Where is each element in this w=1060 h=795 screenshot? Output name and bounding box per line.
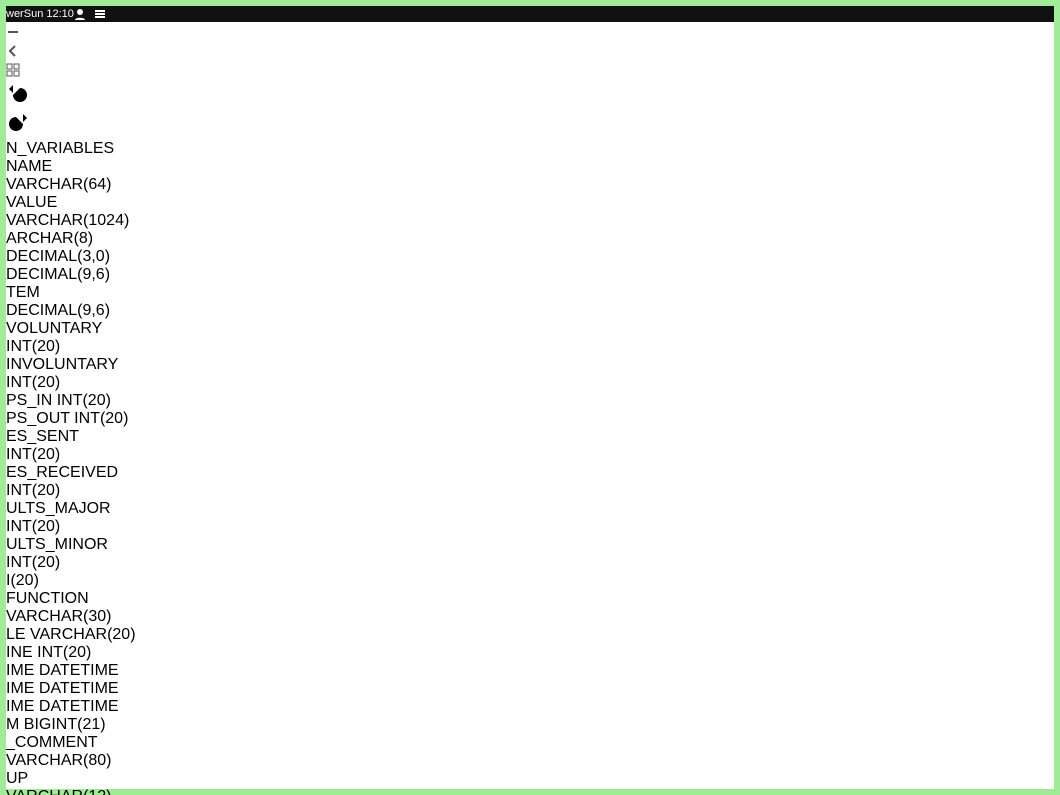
column-row[interactable]: TEM DECIMAL(9,6): [6, 284, 136, 320]
column-label: INE INT(20): [6, 644, 91, 661]
table-title: N_VARIABLES: [6, 140, 114, 157]
column-row[interactable]: VOLUNTARY INT(20): [6, 320, 136, 356]
column-row[interactable]: IME DATETIME: [6, 680, 136, 698]
column-row[interactable]: _COMMENT VARCHAR(80): [6, 734, 136, 770]
column-label: UP VARCHAR(12): [6, 770, 112, 795]
column-row[interactable]: FUNCTION VARCHAR(30): [6, 590, 136, 626]
column-row[interactable]: UP VARCHAR(12): [6, 770, 136, 795]
column-row[interactable]: ES_SENT INT(20): [6, 428, 136, 464]
menubar-right-icons: [74, 8, 106, 20]
column-row[interactable]: LE VARCHAR(20): [6, 626, 136, 644]
app-toolbar: [6, 6, 1054, 140]
column-row[interactable]: DECIMAL(3,0): [6, 248, 136, 266]
column-row[interactable]: NAME VARCHAR(64): [6, 158, 136, 194]
column-label: TEM DECIMAL(9,6): [6, 284, 110, 319]
grid-button[interactable]: [6, 63, 1054, 82]
back-button[interactable]: [6, 44, 1054, 63]
column-label: NAME VARCHAR(64): [6, 158, 112, 193]
column-row[interactable]: PS_IN INT(20): [6, 392, 136, 410]
column-row[interactable]: INE INT(20): [6, 644, 136, 662]
column-label: ES_SENT INT(20): [6, 428, 79, 463]
menu-icon: [94, 8, 106, 20]
column-row[interactable]: ULTS_MAJOR INT(20): [6, 500, 136, 536]
column-label: LE VARCHAR(20): [6, 626, 136, 643]
column-label: I(20): [6, 572, 39, 589]
column-label: PS_IN INT(20): [6, 392, 111, 409]
menubar-clock: Sun 12:10: [24, 8, 74, 20]
column-label: VOLUNTARY INT(20): [6, 320, 102, 355]
remove-button[interactable]: [6, 25, 1054, 44]
column-label: DECIMAL(3,0): [6, 248, 110, 265]
table-header[interactable]: N_VARIABLES: [6, 140, 136, 158]
column-label: IME DATETIME: [6, 680, 119, 697]
menubar-left: wer: [6, 8, 24, 20]
column-row[interactable]: IME DATETIME: [6, 698, 136, 716]
user-icon: [74, 8, 86, 20]
column-label: ULTS_MAJOR INT(20): [6, 500, 111, 535]
column-row[interactable]: I(20): [6, 572, 136, 590]
undo-button[interactable]: [6, 82, 1054, 111]
column-label: IME DATETIME: [6, 662, 119, 679]
column-label: ES_RECEIVED INT(20): [6, 464, 118, 499]
column-label: _COMMENT VARCHAR(80): [6, 734, 112, 769]
column-label: ARCHAR(8): [6, 230, 93, 247]
column-row[interactable]: M BIGINT(21): [6, 716, 136, 734]
redo-button[interactable]: [6, 111, 1054, 140]
column-label: INVOLUNTARY INT(20): [6, 356, 118, 391]
table-columns: NAME VARCHAR(64)VALUE VARCHAR(1024)ARCHA…: [6, 158, 136, 795]
column-label: FUNCTION VARCHAR(30): [6, 590, 112, 625]
column-row[interactable]: ULTS_MINOR INT(20): [6, 536, 136, 572]
column-label: DECIMAL(9,6): [6, 266, 110, 283]
column-row[interactable]: DECIMAL(9,6): [6, 266, 136, 284]
column-label: VALUE VARCHAR(1024): [6, 194, 129, 229]
column-label: IME DATETIME: [6, 698, 119, 715]
column-row[interactable]: ES_RECEIVED INT(20): [6, 464, 136, 500]
column-row[interactable]: INVOLUNTARY INT(20): [6, 356, 136, 392]
column-row[interactable]: PS_OUT INT(20): [6, 410, 136, 428]
column-row[interactable]: IME DATETIME: [6, 662, 136, 680]
schema-table-n_variables[interactable]: N_VARIABLESNAME VARCHAR(64)VALUE VARCHAR…: [6, 140, 136, 795]
column-label: PS_OUT INT(20): [6, 410, 128, 427]
column-row[interactable]: VALUE VARCHAR(1024): [6, 194, 136, 230]
schema-canvas[interactable]: N_VARIABLESNAME VARCHAR(64)VALUE VARCHAR…: [6, 140, 1054, 795]
column-row[interactable]: ARCHAR(8): [6, 230, 136, 248]
macos-menubar: wer Sun 12:10: [6, 6, 1054, 22]
column-label: M BIGINT(21): [6, 716, 106, 733]
column-label: ULTS_MINOR INT(20): [6, 536, 108, 571]
